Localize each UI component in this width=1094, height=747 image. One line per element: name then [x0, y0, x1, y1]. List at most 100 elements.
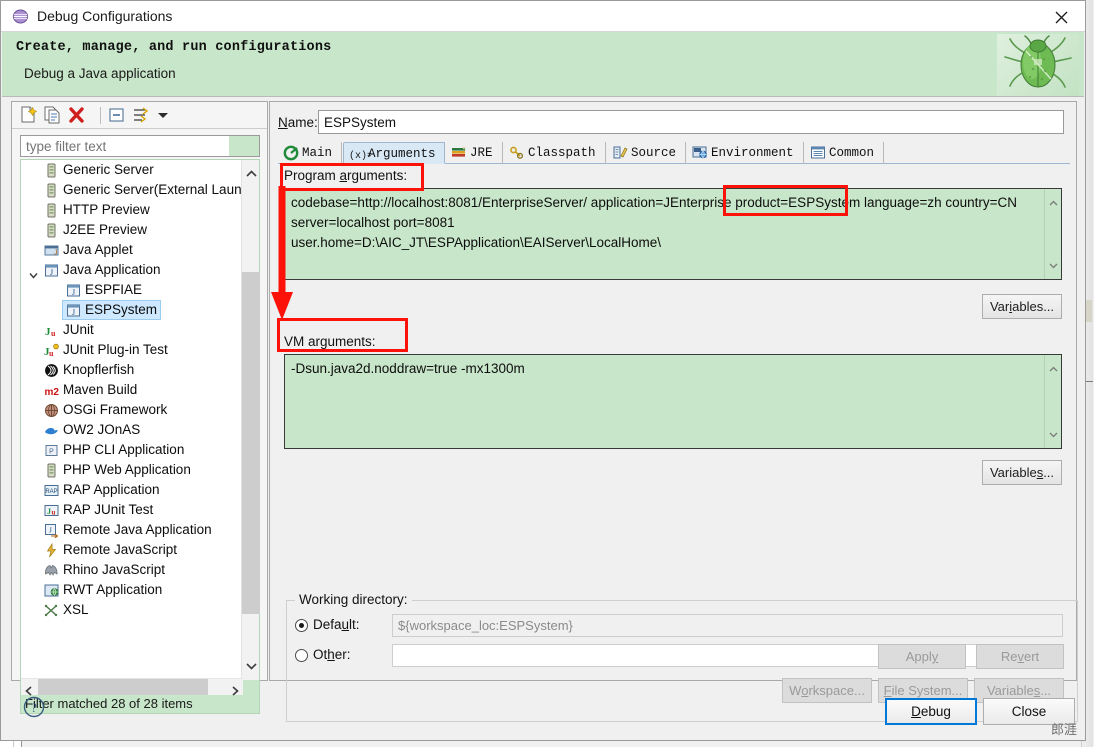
tab-label: Source [631, 146, 677, 160]
configuration-name-input[interactable] [318, 110, 1064, 134]
configuration-tabs: Main (x)= Arguments JRE Classpath Source Envir… [278, 142, 1070, 164]
tree-item-knopflerfish[interactable]: Knopflerfish [21, 360, 243, 380]
tree-item-label: JUnit Plug-in Test [63, 342, 168, 357]
delete-icon[interactable] [67, 106, 88, 125]
tree-item-osgi-framework[interactable]: OSGi Framework [21, 400, 243, 420]
debug-button[interactable]: Debug [885, 698, 977, 725]
tree-item-label: OW2 JOnAS [63, 422, 141, 437]
header-subtitle: Debug a Java application [24, 66, 176, 81]
program-arguments-variables-button[interactable]: Variables... [982, 294, 1062, 319]
tree-item-generic-server-external-launch[interactable]: Generic Server(External Launch) [21, 180, 243, 200]
scroll-down-icon[interactable] [1049, 425, 1058, 443]
tab-label: Classpath [528, 146, 596, 160]
configurations-tree[interactable]: Generic Server Generic Server(External La… [21, 160, 243, 680]
vm-arguments-variables-button[interactable]: Variables... [982, 460, 1062, 485]
tree-item-label: OSGi Framework [63, 402, 168, 417]
tree-horizontal-scrollbar[interactable] [21, 678, 243, 696]
tree-item-label: Generic Server [63, 162, 154, 177]
osgi-icon [44, 403, 59, 418]
tree-item-rap-junit-test[interactable]: Ju RAP JUnit Test [21, 500, 243, 520]
filter-icon[interactable] [131, 106, 152, 125]
help-icon[interactable]: ? [23, 696, 45, 718]
chevron-down-icon[interactable] [155, 106, 176, 125]
xsl-icon [44, 603, 59, 618]
tree-item-label: J2EE Preview [63, 222, 148, 237]
rap-icon: RAP [44, 483, 59, 498]
tab-arguments[interactable]: (x)= Arguments [343, 142, 445, 164]
tree-item-espfiae[interactable]: J ESPFIAE [21, 280, 243, 300]
vm-arguments-textarea[interactable]: -Dsun.java2d.noddraw=true -mx1300m [284, 354, 1062, 449]
tab-classpath[interactable]: Classpath [504, 142, 606, 164]
new-launch-configuration-icon[interactable] [19, 106, 40, 125]
program-arguments-scrollbar[interactable] [1044, 189, 1061, 279]
tree-item-java-application[interactable]: J Java Application [21, 260, 243, 280]
revert-button[interactable]: Revert [976, 644, 1064, 669]
tree-item-label: PHP Web Application [63, 462, 191, 477]
svg-text:u: u [52, 509, 56, 517]
tree-hscroll-thumb[interactable] [38, 679, 208, 695]
tree-item-http-preview[interactable]: HTTP Preview [21, 200, 243, 220]
vm-arguments-scrollbar[interactable] [1044, 355, 1061, 448]
tree-item-junit-plug-in-test[interactable]: Ju JUnit Plug-in Test [21, 340, 243, 360]
java-config-icon: J [66, 283, 81, 298]
svg-text:RAP: RAP [45, 489, 57, 495]
close-icon[interactable] [1039, 1, 1085, 31]
common-tab-icon [810, 145, 826, 161]
scroll-down-icon[interactable] [246, 657, 257, 675]
tree-item-generic-server[interactable]: Generic Server [21, 160, 243, 180]
scroll-up-icon[interactable] [1049, 360, 1058, 378]
tree-item-xsl[interactable]: XSL [21, 600, 243, 620]
tree-item-php-web-application[interactable]: PHP Web Application [21, 460, 243, 480]
tab-label: Common [829, 146, 875, 160]
tree-vertical-scrollbar[interactable] [241, 160, 260, 680]
tab-main[interactable]: Main [278, 142, 342, 164]
tab-jre[interactable]: JRE [446, 142, 503, 164]
svg-text:J: J [50, 268, 53, 277]
search-input[interactable] [21, 136, 229, 156]
tree-item-remote-java-application[interactable]: J Remote Java Application [21, 520, 243, 540]
tree-item-rap-application[interactable]: RAP RAP Application [21, 480, 243, 500]
tree-item-java-applet[interactable]: J Java Applet [21, 240, 243, 260]
dialog-header: Create, manage, and run configurations D… [2, 32, 1084, 97]
knopflerfish-icon [44, 363, 59, 378]
workspace-button[interactable]: Workspace... [782, 678, 872, 703]
tree-item-rwt-application[interactable]: RWT Application [21, 580, 243, 600]
scroll-up-icon[interactable] [246, 165, 257, 183]
tree-item-label: RAP JUnit Test [63, 502, 154, 517]
junit-plugin-icon: Ju [44, 343, 59, 358]
tree-item-label: RWT Application [63, 582, 163, 597]
name-label: Name: [278, 115, 318, 130]
tab-common[interactable]: Common [805, 142, 884, 164]
duplicate-icon[interactable] [43, 106, 64, 125]
filter-clear-button[interactable] [229, 136, 259, 156]
tree-item-ow2-jonas[interactable]: OW2 JOnAS [21, 420, 243, 440]
scroll-down-icon[interactable] [1049, 256, 1058, 274]
configurations-panel: Generic Server Generic Server(External La… [11, 101, 268, 714]
tab-environment[interactable]: Environment [687, 142, 804, 164]
tree-item-espsystem[interactable]: J ESPSystem [21, 300, 243, 320]
apply-button[interactable]: Apply [878, 644, 966, 669]
tree-item-php-cli-application[interactable]: P PHP CLI Application [21, 440, 243, 460]
tree-item-rhino-javascript[interactable]: Rhino JavaScript [21, 560, 243, 580]
tree-item-label: Remote JavaScript [63, 542, 178, 557]
tree-item-junit[interactable]: Ju JUnit [21, 320, 243, 340]
tree-item-maven-build[interactable]: m2 Maven Build [21, 380, 243, 400]
tree-item-j2ee-preview[interactable]: J2EE Preview [21, 220, 243, 240]
dialog-title: Debug Configurations [37, 8, 173, 24]
chevron-down-icon[interactable] [29, 266, 38, 279]
collapse-all-icon[interactable] [107, 106, 128, 125]
configurations-toolbar [12, 102, 267, 129]
svg-text:J: J [49, 527, 52, 535]
tab-source[interactable]: Source [607, 142, 686, 164]
environment-tab-icon [692, 145, 708, 161]
scroll-right-icon[interactable] [231, 683, 239, 701]
program-arguments-textarea[interactable]: codebase=http://localhost:8081/Enterpris… [284, 188, 1062, 280]
tree-item-label: Generic Server(External Launch) [63, 182, 243, 197]
filter-status-text: Filter matched 28 of 28 items [25, 696, 193, 711]
tree-item-label: Remote Java Application [63, 522, 212, 537]
java-config-icon: J [66, 303, 81, 318]
tree-item-remote-javascript[interactable]: Remote JavaScript [21, 540, 243, 560]
tree-scroll-thumb[interactable] [242, 272, 260, 614]
tree-item-label: HTTP Preview [63, 202, 150, 217]
scroll-up-icon[interactable] [1049, 194, 1058, 212]
